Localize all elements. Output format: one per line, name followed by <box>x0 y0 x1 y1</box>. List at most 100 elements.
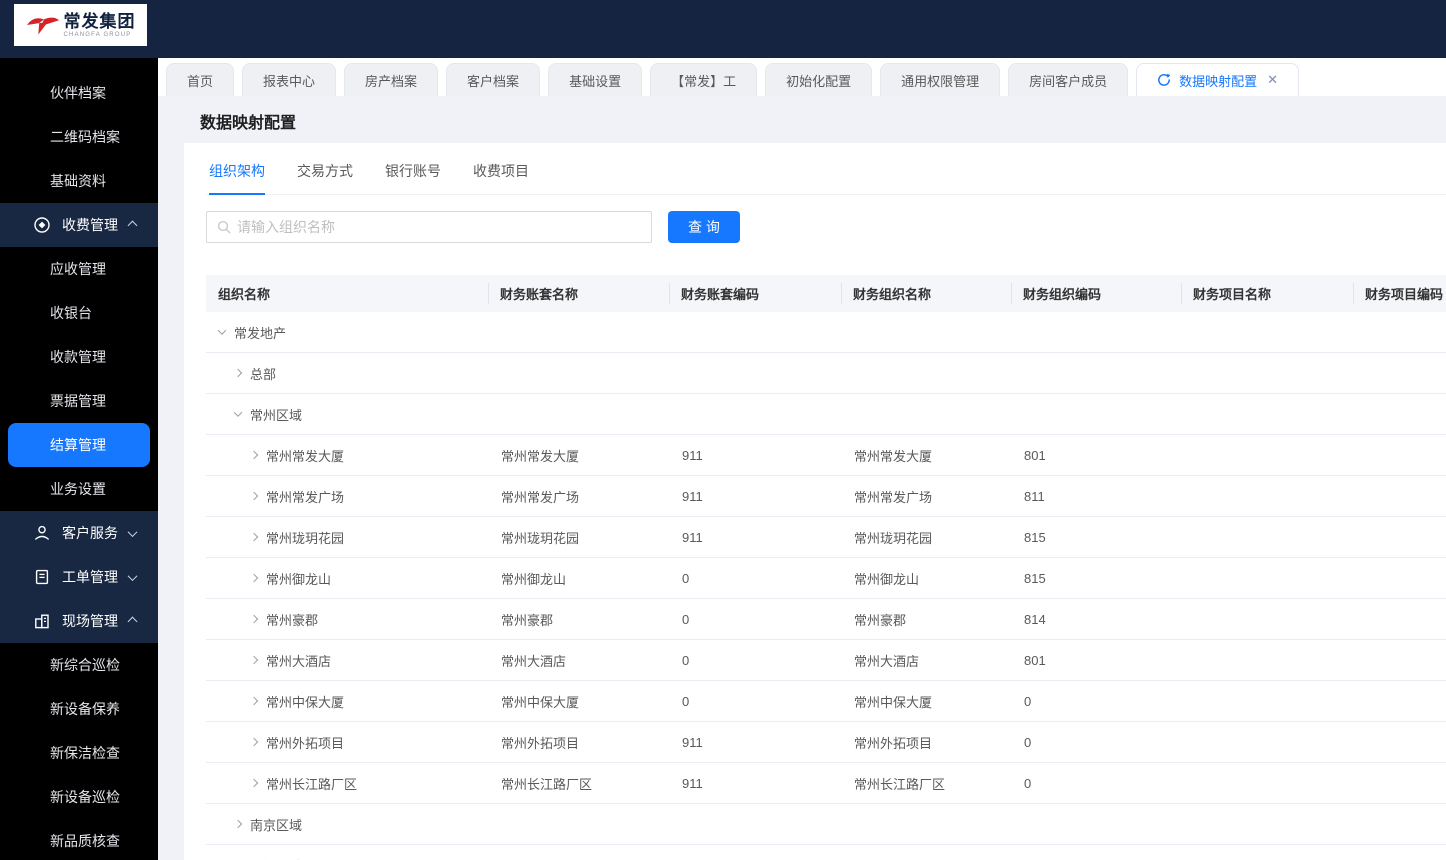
table-cell: 常州大酒店 <box>854 653 920 669</box>
sidebar-item[interactable]: 应收管理 <box>0 247 158 291</box>
column-header: 财务组织编码 <box>1011 275 1181 312</box>
table-cell: 常州珑玥花园 <box>854 530 933 546</box>
tab-label: 首页 <box>187 73 214 89</box>
sidebar-item[interactable]: 收款管理 <box>0 335 158 379</box>
top-bar: 常发集团 CHANGFA GROUP <box>0 0 1446 58</box>
table-header: 组织名称 财务账套名称 财务账套编码 财务组织名称 财务组织编码 财务项目名称 财务项目编码 <box>206 275 1446 312</box>
tree-expand-icon[interactable] <box>249 737 259 747</box>
table-cell: 0 <box>682 611 690 627</box>
tab-label: 通用权限管理 <box>901 73 980 89</box>
tab[interactable]: 房间客户成员 <box>1008 63 1129 96</box>
tab[interactable]: 通用权限管理 <box>880 63 1001 96</box>
sidebar-item[interactable]: 业务设置 <box>0 467 158 511</box>
tree-expand-icon[interactable] <box>249 614 259 624</box>
table-cell: 常州常发大厦 <box>854 448 933 464</box>
org-name: 常州珑玥花园 <box>266 530 345 546</box>
org-name: 常州常发广场 <box>266 489 345 505</box>
subtab[interactable]: 交易方式 <box>297 161 353 194</box>
sidebar-item[interactable]: 新品质核查 <box>0 819 158 860</box>
tab-bar: 首页 报表中心 房产档案 客户档案 基础设置 【常发】工 初始化配置 通用权限管理 房间客户成员… <box>158 58 1446 96</box>
tab-label: 房产档案 <box>365 73 418 89</box>
sidebar-item[interactable]: 二维码档案 <box>0 115 158 159</box>
sidebar-group[interactable]: 工单管理 <box>0 555 158 599</box>
customer-service-icon <box>33 524 51 542</box>
table-row[interactable]: 常州常发广场 常州常发广场 911 常州常发广场 811 <box>206 476 1446 517</box>
tab[interactable]: 【常发】工 <box>650 63 758 96</box>
search-input[interactable] <box>237 219 641 235</box>
tree-expand-icon[interactable] <box>233 819 243 829</box>
table-row[interactable]: 常州常发大厦 常州常发大厦 911 常州常发大厦 801 <box>206 435 1446 476</box>
table-cell: 911 <box>682 775 703 791</box>
sidebar-group[interactable]: 收费管理 <box>0 203 158 247</box>
tree-expand-icon[interactable] <box>249 532 259 542</box>
tree-collapse-icon[interactable] <box>217 326 227 335</box>
table-row[interactable]: 无锡区域 <box>206 845 1446 860</box>
table-cell: 0 <box>1024 775 1032 791</box>
sidebar-item-active[interactable]: 结算管理 <box>8 423 150 467</box>
sidebar-item-label: 票据管理 <box>50 393 106 409</box>
sidebar-group[interactable]: 客户服务 <box>0 511 158 555</box>
chevron-up-icon <box>127 616 138 626</box>
tree-expand-icon[interactable] <box>249 655 259 665</box>
tree-expand-icon[interactable] <box>249 778 259 788</box>
tree-expand-icon[interactable] <box>249 491 259 501</box>
search-row: 查 询 <box>206 211 1446 243</box>
table-row[interactable]: 常州外拓项目 常州外拓项目 911 常州外拓项目 0 <box>206 722 1446 763</box>
sidebar-item[interactable]: 收银台 <box>0 291 158 335</box>
tab[interactable]: 客户档案 <box>446 63 541 96</box>
refresh-icon[interactable] <box>1157 73 1171 87</box>
table-row[interactable]: 常州长江路厂区 常州长江路厂区 911 常州长江路厂区 0 <box>206 763 1446 804</box>
sidebar-item[interactable]: 新设备保养 <box>0 687 158 731</box>
subtabs: 组织架构 交易方式 银行账号 收费项目 <box>206 161 1446 195</box>
table-row[interactable]: 南京区域 <box>206 804 1446 845</box>
subtab-active[interactable]: 组织架构 <box>209 161 265 195</box>
table-row[interactable]: 常州区域 <box>206 394 1446 435</box>
org-name: 常州常发大厦 <box>266 448 345 464</box>
org-name: 常州大酒店 <box>266 653 332 669</box>
table-row[interactable]: 常州御龙山 常州御龙山 0 常州御龙山 815 <box>206 558 1446 599</box>
sidebar-item[interactable]: 基础资料 <box>0 159 158 203</box>
table-body: 常发地产 总部 常州区域常州常发大厦 常州常发大厦 911 常州常发大厦 801 常州常发广场… <box>206 312 1446 860</box>
table-row[interactable]: 常州豪郡 常州豪郡 0 常州豪郡 814 <box>206 599 1446 640</box>
table-cell: 常州珑玥花园 <box>501 530 580 546</box>
table-cell: 常州常发大厦 <box>501 448 580 464</box>
chevron-down-icon <box>127 570 138 581</box>
sidebar-item-label: 二维码档案 <box>50 129 120 145</box>
tree-expand-icon[interactable] <box>233 368 243 378</box>
query-button[interactable]: 查 询 <box>668 211 740 243</box>
brand-name-en: CHANGFA GROUP <box>63 31 132 38</box>
table-cell: 801 <box>1024 652 1046 668</box>
sidebar-item[interactable]: 伙伴档案 <box>0 71 158 115</box>
tree-expand-icon[interactable] <box>249 450 259 460</box>
table-row[interactable]: 常发地产 <box>206 312 1446 353</box>
fee-target-icon <box>33 216 51 234</box>
table-row[interactable]: 常州大酒店 常州大酒店 0 常州大酒店 801 <box>206 640 1446 681</box>
tab[interactable]: 初始化配置 <box>765 63 873 96</box>
tab-active[interactable]: 数据映射配置 ✕ <box>1136 63 1300 96</box>
close-icon[interactable]: ✕ <box>1267 72 1278 88</box>
table-row[interactable]: 常州珑玥花园 常州珑玥花园 911 常州珑玥花园 815 <box>206 517 1446 558</box>
tree-expand-icon[interactable] <box>249 696 259 706</box>
sidebar-group[interactable]: 现场管理 <box>0 599 158 643</box>
tab[interactable]: 基础设置 <box>548 63 643 96</box>
page-area: 数据映射配置 组织架构交易方式银行账号收费项目 查 询 组织名称财务账套名称财务… <box>158 96 1446 860</box>
sidebar-item[interactable]: 票据管理 <box>0 379 158 423</box>
sidebar-item[interactable]: 新保洁检查 <box>0 731 158 775</box>
tab[interactable]: 首页 <box>166 63 235 96</box>
sidebar-item[interactable]: 新综合巡检 <box>0 643 158 687</box>
sidebar-item[interactable]: 新设备巡检 <box>0 775 158 819</box>
tab[interactable]: 房产档案 <box>344 63 439 96</box>
subtab[interactable]: 收费项目 <box>473 161 529 194</box>
tab-label: 数据映射配置 <box>1179 73 1258 89</box>
table-cell: 常州中保大厦 <box>854 694 933 710</box>
column-header: 财务项目编码 <box>1353 275 1446 312</box>
table-cell: 815 <box>1024 529 1046 545</box>
subtab[interactable]: 银行账号 <box>385 161 441 194</box>
tab[interactable]: 报表中心 <box>242 63 337 96</box>
sidebar-nav: 伙伴档案二维码档案基础资料 收费管理 应收管理 收银台 收款管理票据管理结算管理 业务设置… <box>0 58 158 860</box>
tree-collapse-icon[interactable] <box>233 408 243 417</box>
tree-expand-icon[interactable] <box>249 573 259 583</box>
table-row[interactable]: 常州中保大厦 常州中保大厦 0 常州中保大厦 0 <box>206 681 1446 722</box>
table-row[interactable]: 总部 <box>206 353 1446 394</box>
column-header: 财务组织名称 <box>841 275 1011 312</box>
